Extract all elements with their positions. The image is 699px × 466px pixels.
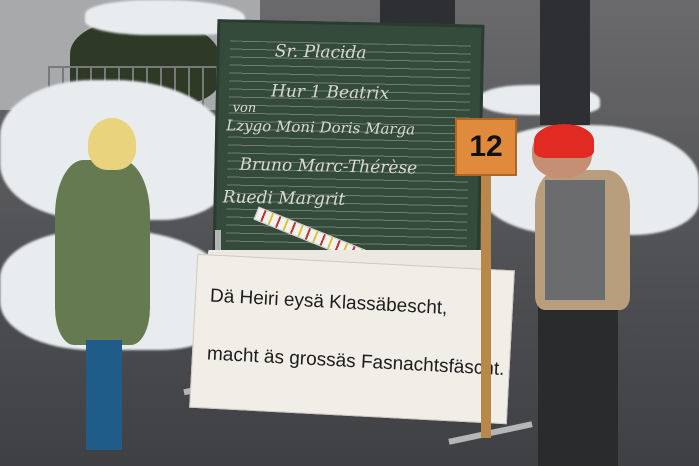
slogan-line-1: Dä Heiri eysä Klassäbescht,	[209, 285, 448, 319]
chalk-line-1: Sr. Placida	[274, 41, 367, 64]
chalk-line-6: Ruedi Margrit	[222, 187, 346, 210]
chalk-line-2: Hur 1 Beatrix	[270, 81, 390, 104]
chalk-line-5: Bruno Marc-Thérèse	[239, 154, 418, 179]
chalkboard: Sr. Placida Hur 1 Beatrix von Lzygo Moni…	[212, 19, 485, 261]
slogan-line-2: macht äs grossäs Fasnachtsfäscht.	[206, 343, 505, 381]
parade-scene: Sr. Placida Hur 1 Beatrix von Lzygo Moni…	[0, 0, 699, 466]
parade-number-card: 12	[455, 118, 517, 176]
number-pole	[481, 176, 491, 438]
teacher-vest	[545, 180, 605, 300]
costumed-girl-stockings	[86, 340, 122, 450]
bystander-right	[540, 0, 590, 125]
costumed-girl-dress	[55, 160, 150, 345]
slogan-sign: Dä Heiri eysä Klassäbescht, macht äs gro…	[189, 253, 515, 425]
costumed-girl-wig	[88, 118, 136, 170]
chalk-line-3: von	[232, 100, 257, 117]
red-cap	[534, 124, 594, 158]
teacher-legs	[538, 300, 618, 466]
